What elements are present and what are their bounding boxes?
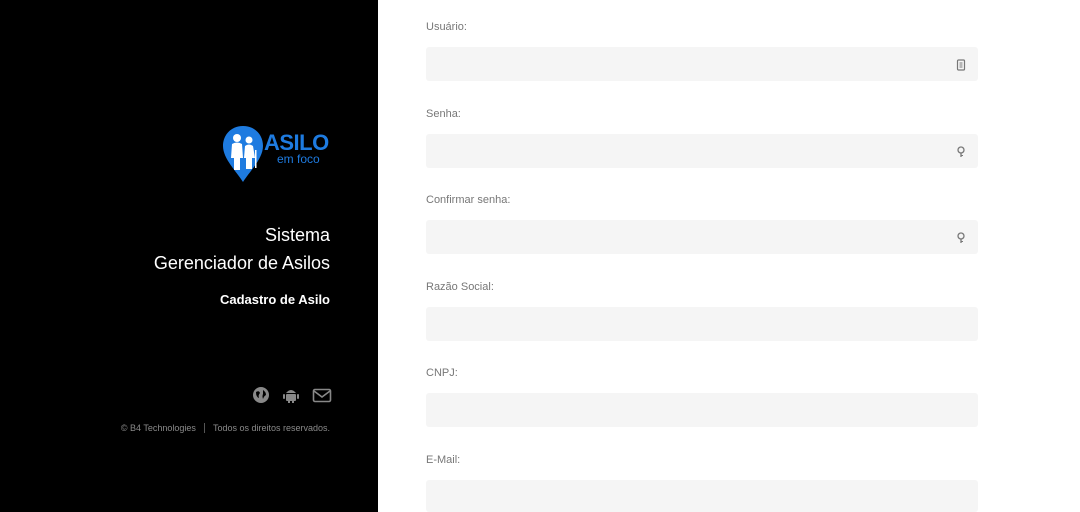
branding-panel: ASILO em foco Sistema Gerenciador de Asi… [0,0,378,512]
key-icon [956,145,966,157]
title-line-2: Gerenciador de Asilos [153,253,330,273]
mail-icon[interactable] [312,386,332,404]
email-field-group: E-Mail: [426,453,978,512]
confirm-password-field-group: Confirmar senha: [426,193,978,254]
company-name-field-group: Razão Social: [426,280,978,341]
cnpj-field-group: CNPJ: [426,366,978,427]
password-input[interactable] [426,134,978,168]
cnpj-input[interactable] [426,393,978,427]
logo-text: ASILO [264,130,329,155]
confirm-password-label: Confirmar senha: [426,194,511,206]
email-label: E-Mail: [426,454,461,466]
system-title: Sistema Gerenciador de Asilos [154,221,330,277]
cnpj-label: CNPJ: [426,367,458,379]
asilo-em-foco-logo: ASILO em foco [222,124,332,184]
email-input[interactable] [426,480,978,512]
android-icon[interactable] [282,386,300,404]
social-links [252,386,332,404]
password-field-group: Senha: [426,107,978,168]
username-field-group: Usuário: [426,20,978,81]
registration-form: Usuário: Senha: Confirmar senha: Razão S… [378,0,1080,512]
title-line-1: Sistema [264,225,330,245]
key-icon [956,231,966,243]
map-pin-people-icon [223,126,263,182]
id-card-icon [956,58,966,71]
logo-subtext: em foco [277,152,320,166]
username-input[interactable] [426,47,978,81]
footer-company: © B4 Technologies [120,423,196,433]
password-label: Senha: [426,108,461,120]
footer: © B4 Technologies Todos os direitos rese… [121,423,330,433]
company-name-input[interactable] [426,307,978,341]
globe-icon[interactable] [252,386,270,404]
footer-rights: Todos os direitos reservados. [212,423,330,433]
page-subtitle: Cadastro de Asilo [219,292,330,307]
footer-divider [203,423,205,433]
confirm-password-input[interactable] [426,220,978,254]
company-name-label: Razão Social: [426,281,494,293]
username-label: Usuário: [426,21,467,33]
